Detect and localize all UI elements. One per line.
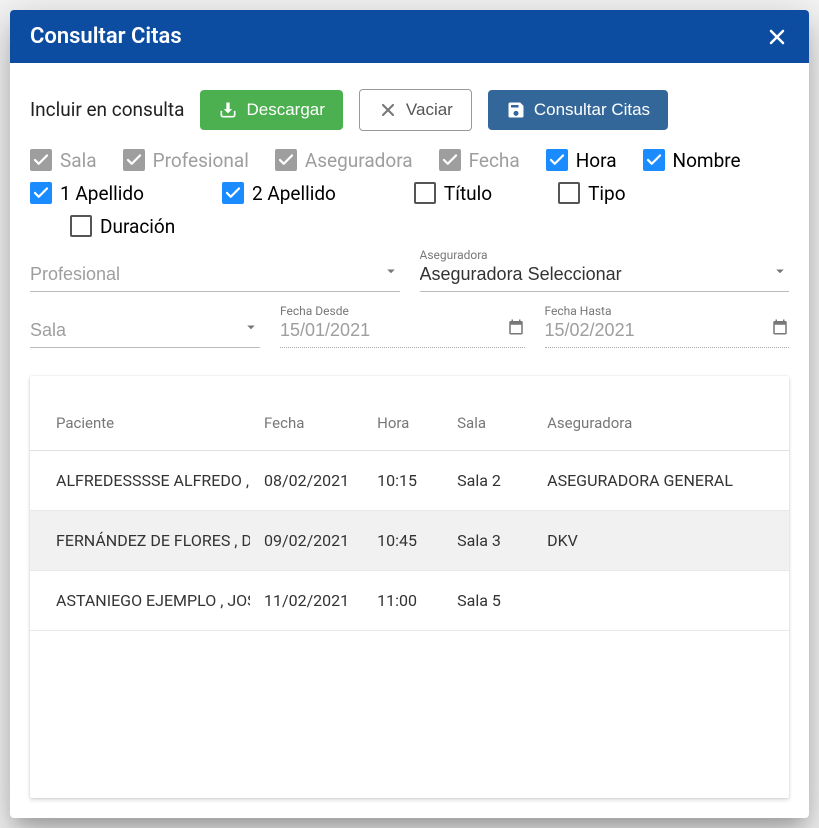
clear-label: Vaciar <box>406 98 453 122</box>
cell-fecha: 11/02/2021 <box>250 570 363 630</box>
table-scroll[interactable]: Paciente Fecha Hora Sala Aseguradora ALF… <box>30 376 789 798</box>
checkbox-grid: Sala Profesional Aseguradora Fecha Hora … <box>30 149 789 242</box>
checkbox-icon <box>546 149 568 171</box>
check-label: Aseguradora <box>305 149 413 172</box>
table-row[interactable]: FERNÁNDEZ DE FLORES , DIEGO 09/02/2021 1… <box>30 510 789 570</box>
check-apellido2[interactable]: 2 Apellido <box>222 182 336 205</box>
calendar-icon <box>507 318 525 340</box>
check-label: Hora <box>576 149 617 172</box>
check-apellido1[interactable]: 1 Apellido <box>30 182 144 205</box>
cell-aseguradora: ASEGURADORA GENERAL <box>533 450 789 510</box>
cell-fecha: 08/02/2021 <box>250 450 363 510</box>
col-sala: Sala <box>443 376 533 451</box>
col-paciente: Paciente <box>30 376 250 451</box>
table-header-row: Paciente Fecha Hora Sala Aseguradora <box>30 376 789 451</box>
check-label: Sala <box>60 149 97 172</box>
clear-icon <box>378 100 398 120</box>
clear-button[interactable]: Vaciar <box>359 89 472 131</box>
download-button[interactable]: Descargar <box>200 90 342 130</box>
check-label: Tipo <box>588 182 625 205</box>
check-tipo[interactable]: Tipo <box>558 182 625 205</box>
download-icon <box>218 100 238 120</box>
aseguradora-field[interactable]: Aseguradora <box>420 252 790 292</box>
close-icon <box>765 25 789 49</box>
consult-label: Consultar Citas <box>534 98 650 122</box>
profesional-field[interactable] <box>30 252 400 292</box>
cell-hora: 11:00 <box>363 570 443 630</box>
check-label: Fecha <box>469 149 520 172</box>
table-row[interactable]: ASTANIEGO EJEMPLO , JOSEFINA 11/02/2021 … <box>30 570 789 630</box>
chevron-down-icon <box>242 318 260 340</box>
cell-sala: Sala 3 <box>443 510 533 570</box>
col-fecha: Fecha <box>250 376 363 451</box>
cell-sala: Sala 5 <box>443 570 533 630</box>
check-label: Título <box>444 182 492 205</box>
checkbox-icon <box>30 149 52 171</box>
download-label: Descargar <box>246 98 324 122</box>
fields-row-2: Fecha Desde Fecha Hasta <box>30 308 789 348</box>
check-fecha: Fecha <box>439 149 520 172</box>
results-table: Paciente Fecha Hora Sala Aseguradora ALF… <box>30 376 789 631</box>
include-label: Incluir en consulta <box>30 98 184 121</box>
check-profesional: Profesional <box>123 149 249 172</box>
fecha-desde-label: Fecha Desde <box>280 304 349 318</box>
cell-hora: 10:15 <box>363 450 443 510</box>
check-aseguradora: Aseguradora <box>275 149 413 172</box>
chevron-down-icon <box>382 262 400 284</box>
calendar-icon <box>771 318 789 340</box>
fecha-hasta-label: Fecha Hasta <box>545 304 612 318</box>
cell-paciente: ALFREDESSSSE ALFREDO , ALFREDO <box>30 450 250 510</box>
cell-aseguradora <box>533 570 789 630</box>
fields-row-1: Aseguradora <box>30 252 789 292</box>
check-hora[interactable]: Hora <box>546 149 617 172</box>
col-aseguradora: Aseguradora <box>533 376 789 451</box>
checkbox-icon <box>558 182 580 204</box>
cell-hora: 10:45 <box>363 510 443 570</box>
checkbox-icon <box>643 149 665 171</box>
aseguradora-label: Aseguradora <box>420 248 488 262</box>
check-duracion[interactable]: Duración <box>70 215 175 238</box>
close-button[interactable] <box>765 25 789 49</box>
check-label: Nombre <box>673 149 741 172</box>
sala-input[interactable] <box>30 308 260 348</box>
results-table-card: Paciente Fecha Hora Sala Aseguradora ALF… <box>30 376 789 798</box>
consult-button[interactable]: Consultar Citas <box>488 90 668 130</box>
checkbox-icon <box>275 149 297 171</box>
check-nombre[interactable]: Nombre <box>643 149 741 172</box>
col-hora: Hora <box>363 376 443 451</box>
cell-fecha: 09/02/2021 <box>250 510 363 570</box>
checkbox-icon <box>222 182 244 204</box>
dialog-body: Incluir en consulta Descargar Vaciar Con… <box>10 63 809 818</box>
check-titulo[interactable]: Título <box>414 182 492 205</box>
check-sala: Sala <box>30 149 97 172</box>
cell-sala: Sala 2 <box>443 450 533 510</box>
check-label: Duración <box>100 215 175 238</box>
checkbox-icon <box>30 182 52 204</box>
check-label: 1 Apellido <box>60 182 144 205</box>
chevron-down-icon <box>771 262 789 284</box>
checkbox-icon <box>70 215 92 237</box>
check-label: Profesional <box>153 149 249 172</box>
dialog-title: Consultar Citas <box>30 24 182 49</box>
fecha-desde-field[interactable]: Fecha Desde <box>280 308 525 348</box>
cell-paciente: FERNÁNDEZ DE FLORES , DIEGO <box>30 510 250 570</box>
checkbox-icon <box>439 149 461 171</box>
cell-paciente: ASTANIEGO EJEMPLO , JOSEFINA <box>30 570 250 630</box>
cell-aseguradora: DKV <box>533 510 789 570</box>
sala-field[interactable] <box>30 308 260 348</box>
profesional-input[interactable] <box>30 252 400 292</box>
save-icon <box>506 100 526 120</box>
action-row: Incluir en consulta Descargar Vaciar Con… <box>30 89 789 131</box>
checkbox-icon <box>414 182 436 204</box>
check-label: 2 Apellido <box>252 182 336 205</box>
checkbox-icon <box>123 149 145 171</box>
fecha-hasta-field[interactable]: Fecha Hasta <box>545 308 790 348</box>
dialog-header: Consultar Citas <box>10 10 809 63</box>
table-row[interactable]: ALFREDESSSSE ALFREDO , ALFREDO 08/02/202… <box>30 450 789 510</box>
consult-dialog: Consultar Citas Incluir en consulta Desc… <box>10 10 809 818</box>
